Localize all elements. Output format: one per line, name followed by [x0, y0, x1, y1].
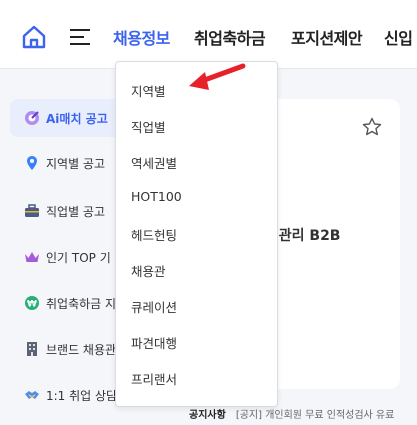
nav-newcomer[interactable]: 신입 [384, 25, 413, 49]
dropdown-item-headhunting[interactable]: 헤드헌팅 [131, 225, 177, 244]
handshake-icon [24, 387, 40, 403]
dropdown-item-job[interactable]: 직업별 [131, 117, 166, 136]
dropdown-item-curation[interactable]: 큐레이션 [131, 297, 177, 316]
nav-position-offer[interactable]: 포지션제안 [291, 25, 363, 49]
sidebar-item-label: 브랜드 채용관 [46, 342, 117, 357]
won-coin-icon: ₩ [24, 295, 40, 311]
recruit-info-dropdown: 지역별 직업별 역세권별 HOT100 헤드헌팅 채용관 큐레이션 파견대행 프… [115, 61, 278, 407]
briefcase-icon [24, 203, 40, 219]
top-navigation: 채용정보 취업축하금 포지션제안 신입 [0, 0, 417, 69]
star-icon[interactable] [362, 117, 382, 137]
sidebar-item-label: 인기 TOP 기 [46, 250, 111, 265]
svg-text:₩: ₩ [27, 300, 37, 310]
nav-recruit-info[interactable]: 채용정보 [113, 25, 170, 49]
sidebar-item-label: 직업별 공고 [46, 204, 106, 219]
sidebar-item-label: 1:1 취업 상담 [46, 388, 118, 403]
location-pin-icon [24, 155, 40, 171]
crown-icon [24, 249, 40, 265]
sidebar-item-label: Ai매치 공고 [46, 111, 108, 126]
sidebar-item-label: 지역별 공고 [46, 156, 106, 171]
nav-employment-bonus[interactable]: 취업축하금 [194, 25, 266, 49]
dropdown-item-region[interactable]: 지역별 [131, 81, 166, 100]
building-icon [24, 341, 40, 357]
dropdown-item-recruit-hall[interactable]: 채용관 [131, 261, 166, 280]
notice-text[interactable]: [공지] 개인회원 무료 인적성검사 유료 [236, 406, 395, 421]
ai-match-icon [24, 110, 40, 126]
hamburger-menu-icon[interactable] [68, 26, 92, 48]
home-icon[interactable] [21, 24, 47, 50]
dropdown-item-freelancer[interactable]: 프리랜서 [131, 369, 177, 388]
sidebar-item-label: 취업축하금 지 [46, 296, 117, 311]
dropdown-item-dispatch[interactable]: 파견대행 [131, 333, 177, 352]
dropdown-item-station[interactable]: 역세권별 [131, 153, 177, 172]
notice-label: 공지사항 [189, 409, 226, 421]
dropdown-item-hot100[interactable]: HOT100 [131, 189, 182, 204]
highlight-arrow-icon [185, 60, 247, 96]
